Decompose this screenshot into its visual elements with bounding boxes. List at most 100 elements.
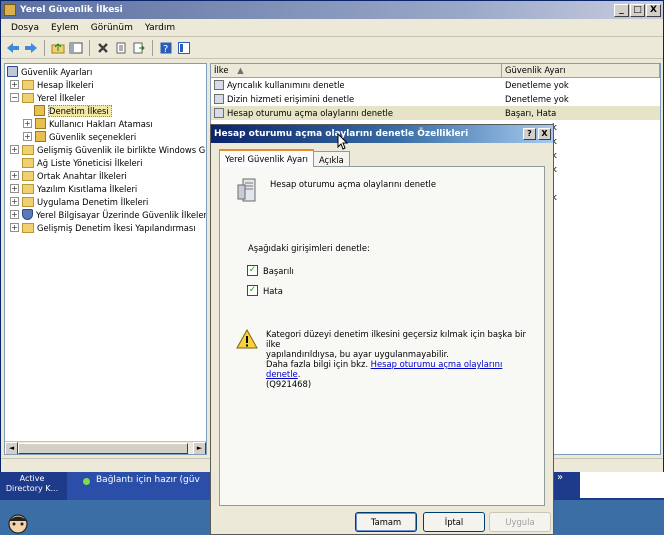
apply-button[interactable]: Uygula <box>489 512 551 532</box>
tab-explain[interactable]: Açıkla <box>312 151 350 167</box>
expand-icon[interactable]: + <box>10 210 19 219</box>
scroll-thumb[interactable] <box>18 443 188 454</box>
help-icon[interactable]: ? <box>158 40 174 56</box>
forward-icon[interactable] <box>23 40 39 56</box>
taskbar-overflow-icon[interactable]: » <box>557 472 563 483</box>
expand-icon[interactable]: + <box>10 171 19 180</box>
tree-item-label: Ağ Liste Yöneticisi İlkeleri <box>37 157 143 168</box>
expand-icon[interactable]: + <box>23 132 32 141</box>
dialog-close-button[interactable]: X <box>538 128 551 140</box>
list-row-selected[interactable]: Hesap oturumu açma olaylarını denetle Ba… <box>211 106 660 120</box>
tree-item-label: Kullanıcı Hakları Ataması <box>49 118 153 129</box>
window-title: Yerel Güvenlik İlkesi <box>20 5 123 15</box>
policy-name-heading: Hesap oturumu açma olaylarını denetle <box>270 179 436 189</box>
cancel-button[interactable]: İptal <box>423 512 485 532</box>
dialog-title-bar[interactable]: Hesap oturumu açma olaylarını denetle Öz… <box>211 125 553 143</box>
tree-item-local-policies[interactable]: − Yerel İlkeler <box>10 91 85 104</box>
expand-icon[interactable]: + <box>10 197 19 206</box>
warning-line: (Q921468) <box>266 379 312 389</box>
expand-icon[interactable]: + <box>10 80 19 89</box>
show-hide-tree-icon[interactable] <box>68 40 84 56</box>
tree-item-label: Yerel İlkeler <box>37 92 85 103</box>
ok-button[interactable]: Tamam <box>355 512 417 532</box>
user-avatar-icon <box>8 514 28 534</box>
svg-text:?: ? <box>163 44 168 54</box>
column-header-setting[interactable]: Güvenlik Ayarı <box>502 64 660 77</box>
tab-panel: Hesap oturumu açma olaylarını denetle Aş… <box>219 166 545 506</box>
menu-view[interactable]: Görünüm <box>85 23 139 33</box>
tree-item-security-options[interactable]: + Güvenlik seçenekleri <box>23 130 136 143</box>
tree-item-account-policies[interactable]: + Hesap İlkeleri <box>10 78 94 91</box>
tree-item-public-key[interactable]: + Ortak Anahtar İlkeleri <box>10 169 127 182</box>
export-list-icon[interactable] <box>131 40 147 56</box>
status-dot-icon <box>83 478 90 485</box>
warning-line: Kategori düzeyi denetim ilkesini geçersi… <box>266 329 526 349</box>
tree-item-software-restriction[interactable]: + Yazılım Kısıtlama İlkeleri <box>10 182 137 195</box>
tab-local-security-setting[interactable]: Yerel Güvenlik Ayarı <box>219 149 314 167</box>
maximize-button[interactable]: □ <box>630 3 645 17</box>
tree-item-label: Uygulama Denetim İlkeleri <box>37 196 149 207</box>
failure-checkbox[interactable]: ✓ <box>247 285 258 296</box>
properties-icon[interactable] <box>113 40 129 56</box>
sort-ascending-icon: ▲ <box>237 65 244 75</box>
title-bar[interactable]: Yerel Güvenlik İlkesi _ □ X <box>1 1 663 19</box>
policy-setting: Denetleme yok <box>505 80 569 90</box>
scroll-left-button[interactable]: ◄ <box>5 442 18 454</box>
warning-text: Kategori düzeyi denetim ilkesini geçersi… <box>266 329 536 389</box>
expand-icon[interactable]: + <box>23 119 32 128</box>
minimize-button[interactable]: _ <box>614 3 629 17</box>
menu-file[interactable]: Dosya <box>5 23 45 33</box>
tree-item-label: Yazılım Kısıtlama İlkeleri <box>37 183 138 194</box>
tree-item-security-settings[interactable]: Güvenlik Ayarları <box>7 65 92 78</box>
expand-icon[interactable]: + <box>10 145 19 154</box>
menu-help[interactable]: Yardım <box>139 23 181 33</box>
tree-item-app-control[interactable]: + Uygulama Denetim İlkeleri <box>10 195 148 208</box>
tree-item-network-list[interactable]: Ağ Liste Yöneticisi İlkeleri <box>22 156 142 169</box>
back-icon[interactable] <box>5 40 21 56</box>
policy-name: Dizin hizmeti erişimini denetle <box>227 94 355 104</box>
dialog-help-button[interactable]: ? <box>523 128 536 140</box>
folder-icon <box>22 222 34 233</box>
delete-icon[interactable] <box>95 40 111 56</box>
taskbar-item-active-directory[interactable]: Active Directory K... <box>0 472 64 500</box>
computer-policy-icon <box>7 66 18 77</box>
tree-item-ip-security[interactable]: + Yerel Bilgisayar Üzerinde Güvenlik İlk… <box>10 208 206 221</box>
taskbar-item-connection[interactable]: Bağlantı için hazır (güv <box>67 472 212 500</box>
collapse-icon[interactable]: − <box>10 93 19 102</box>
expand-icon[interactable]: + <box>10 184 19 193</box>
failure-checkbox-row[interactable]: ✓ Hata <box>247 285 283 296</box>
tree-item-advanced-audit[interactable]: + Gelişmiş Denetim İkesi Yapılandırması <box>10 221 196 234</box>
list-row[interactable]: Dizin hizmeti erişimini denetle Denetlem… <box>211 92 660 106</box>
column-header-policy[interactable]: İlke ▲ <box>211 64 502 77</box>
app-icon <box>4 4 16 16</box>
policy-icon <box>214 94 224 104</box>
tree-item-label: Hesap İlkeleri <box>37 79 94 90</box>
folder-open-icon <box>22 92 34 103</box>
success-label: Başarılı <box>263 265 294 276</box>
folder-lock-icon <box>34 105 45 116</box>
policy-setting: Başarı, Hata <box>505 108 557 118</box>
folder-icon <box>22 170 34 181</box>
up-folder-icon[interactable] <box>50 40 66 56</box>
menu-action[interactable]: Eylem <box>45 23 85 33</box>
expand-icon[interactable]: + <box>10 223 19 232</box>
tree-pane[interactable]: Güvenlik Ayarları + Hesap İlkeleri − Yer… <box>4 63 207 455</box>
ip-security-icon <box>22 209 33 220</box>
tree-horizontal-scrollbar[interactable]: ◄ ► <box>5 441 206 454</box>
menu-bar: Dosya Eylem Görünüm Yardım <box>1 19 663 37</box>
console-pane-icon[interactable] <box>176 40 192 56</box>
scroll-right-button[interactable]: ► <box>193 442 206 454</box>
tree-item-audit-policy[interactable]: Denetim İlkesi <box>34 104 112 117</box>
success-checkbox[interactable]: ✓ <box>247 265 258 276</box>
success-checkbox-row[interactable]: ✓ Başarılı <box>247 265 294 276</box>
taskbar-blank-area <box>580 472 664 498</box>
toolbar: ? <box>1 37 663 59</box>
tree-item-label: Gelişmiş Denetim İkesi Yapılandırması <box>37 222 196 233</box>
folder-lock-icon <box>35 118 46 129</box>
folder-lock-icon <box>35 131 46 142</box>
list-row[interactable]: Ayrıcalık kullanımını denetle Denetleme … <box>211 78 660 92</box>
tree-item-windows-firewall[interactable]: + Gelişmiş Güvenlik ile birlikte Windows… <box>10 143 206 156</box>
close-button[interactable]: X <box>646 3 661 17</box>
failure-label: Hata <box>263 285 283 296</box>
tree-item-user-rights[interactable]: + Kullanıcı Hakları Ataması <box>23 117 153 130</box>
